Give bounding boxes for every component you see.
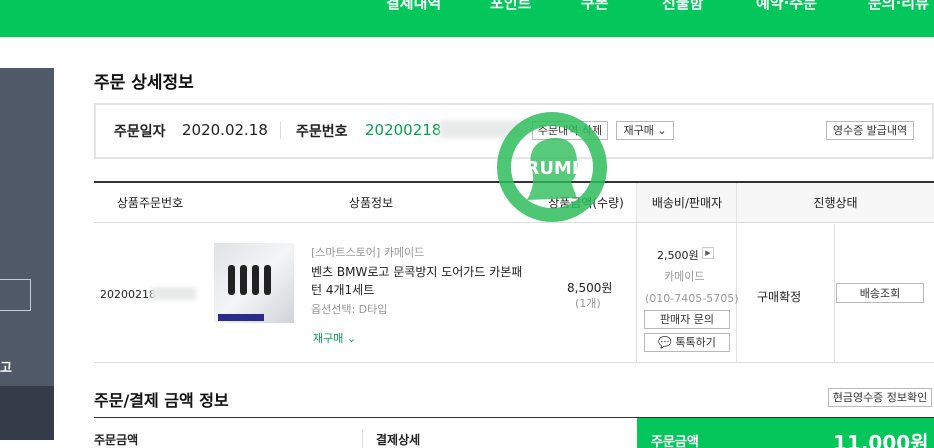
chevron-down-icon: ⌄ xyxy=(346,332,357,345)
talk-button[interactable]: 💬 톡톡하기 xyxy=(644,333,730,352)
talk-button-label: 톡톡하기 xyxy=(675,336,716,349)
total-amount-label: 주문금액 xyxy=(651,435,699,448)
payment-section-title: 주문/결제 금액 정보 xyxy=(94,391,229,410)
top-navigation: 결제내역 포인트 쿠폰 선물함 예약·주문 문의·리뷰 xyxy=(0,0,934,37)
nav-item-coupons[interactable]: 쿠폰 xyxy=(581,0,609,13)
thumb-bar xyxy=(240,265,247,295)
divider xyxy=(362,430,363,448)
sidebar-label[interactable]: 고 xyxy=(0,357,12,376)
order-status: 구매확정 xyxy=(757,290,802,304)
track-delivery-button[interactable]: 배송조회 xyxy=(836,283,924,303)
thumb-bar xyxy=(252,265,259,295)
product-option: 옵션선택: D타입 xyxy=(311,303,388,316)
total-amount-value: 11,000원 xyxy=(833,431,929,448)
reorder-link[interactable]: 재구매 ⌄ xyxy=(313,330,356,346)
header-order-number: 상품주문번호 xyxy=(94,183,206,223)
chat-icon: 💬 xyxy=(658,336,672,349)
play-icon[interactable]: ▶ xyxy=(702,247,714,259)
reorder-button-label: 재구매 xyxy=(623,124,654,137)
sidebar-search-input[interactable] xyxy=(0,279,31,311)
seller-phone: (010-7405-5705) xyxy=(645,292,739,305)
total-amount-box: 주문금액 11,000원 xyxy=(637,418,934,448)
reorder-link-label: 재구매 xyxy=(313,332,344,345)
nav-item-payments[interactable]: 결제내역 xyxy=(386,0,441,13)
thumb-bar xyxy=(228,265,235,295)
left-sidebar: 고 xyxy=(0,68,54,440)
order-date-value: 2020.02.18 xyxy=(182,121,268,139)
order-date-label: 주문일자 xyxy=(114,124,166,140)
rumi-watermark-logo: RUMI xyxy=(497,112,607,222)
order-number-value: 20200218 xyxy=(365,121,442,139)
product-order-number: 20200218 xyxy=(100,288,156,301)
nav-item-gifts[interactable]: 선물함 xyxy=(662,0,703,13)
thumb-tag xyxy=(218,314,264,321)
cash-receipt-button[interactable]: 현금영수증 정보확인 xyxy=(828,388,932,407)
nav-item-inquiries[interactable]: 문의·리뷰 xyxy=(868,0,929,13)
column-divider xyxy=(636,183,637,363)
column-divider xyxy=(736,183,737,363)
product-name-line2[interactable]: 턴 4개1세트 xyxy=(311,281,374,298)
column-divider xyxy=(834,224,835,363)
sidebar-bottom-panel xyxy=(0,386,54,440)
header-status: 진행상태 xyxy=(737,183,934,223)
product-thumbnail[interactable] xyxy=(214,243,294,323)
store-name-link[interactable]: [스마트스토어] 카메이드 xyxy=(311,244,424,260)
blurred-product-order-number xyxy=(151,287,196,300)
product-name-line1[interactable]: 벤츠 BMW로고 문콕방지 도어가드 카본패 xyxy=(311,263,522,280)
receipt-history-button[interactable]: 영수증 발급내역 xyxy=(826,121,914,140)
order-number-label: 주문번호 xyxy=(296,124,348,140)
seller-name[interactable]: 카메이드 xyxy=(664,268,704,284)
nav-item-points[interactable]: 포인트 xyxy=(490,0,531,13)
thumb-bar xyxy=(264,265,271,295)
page-title: 주문 상세정보 xyxy=(94,73,194,93)
header-shipping-seller: 배송비/판매자 xyxy=(637,183,737,223)
divider xyxy=(280,121,281,139)
product-price: 8,500원 xyxy=(567,281,613,295)
product-quantity: (1개) xyxy=(575,297,601,310)
watermark-text: RUMI xyxy=(525,158,578,179)
header-product-info: 상품정보 xyxy=(206,183,536,223)
payment-detail-label: 결제상세 xyxy=(376,433,421,447)
order-amount-label: 주문금액 xyxy=(94,433,139,447)
reorder-button[interactable]: 재구매 ⌄ xyxy=(616,121,674,140)
seller-inquiry-button[interactable]: 판매자 문의 xyxy=(644,310,730,329)
shipping-fee: 2,500원 xyxy=(657,249,699,262)
chevron-down-icon: ⌄ xyxy=(657,124,667,137)
nav-item-reservations[interactable]: 예약·주문 xyxy=(756,0,817,13)
